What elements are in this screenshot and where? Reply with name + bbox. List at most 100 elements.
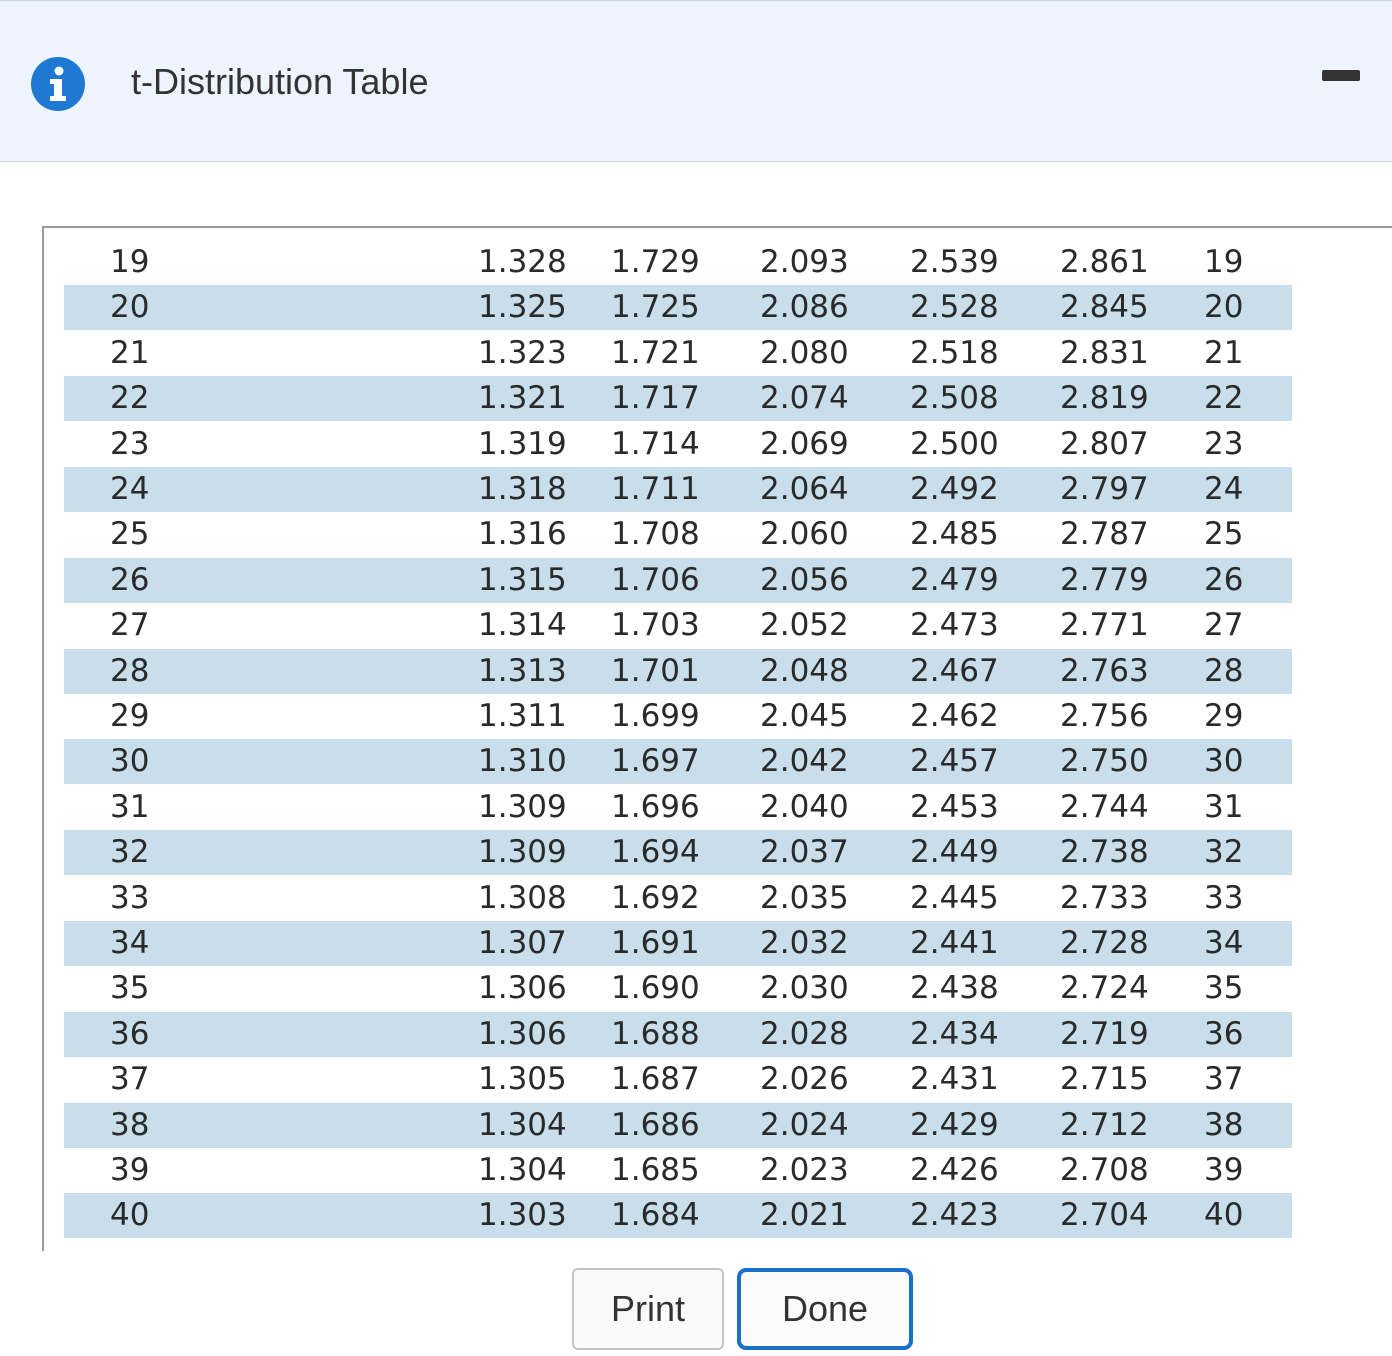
- df-cell: 22: [110, 380, 150, 417]
- df-cell-right: 22: [1204, 380, 1244, 417]
- critical-value-cell: 2.069: [760, 425, 849, 462]
- df-cell: 30: [110, 743, 150, 780]
- critical-value-cell: 2.861: [1060, 244, 1149, 280]
- critical-value-cell: 2.738: [1060, 834, 1149, 871]
- critical-value-cell: 2.429: [910, 1106, 999, 1143]
- df-cell: 28: [110, 652, 150, 689]
- critical-value-cell: 2.733: [1060, 879, 1149, 916]
- critical-value-cell: 2.518: [910, 334, 999, 371]
- df-cell-right: 33: [1204, 879, 1244, 916]
- critical-value-cell: 1.303: [478, 1197, 567, 1234]
- critical-value-cell: 2.797: [1060, 471, 1149, 507]
- table-row: 33 1.308 1.692 2.035 2.445 2.733 33: [64, 876, 1292, 921]
- df-cell-right: 29: [1204, 698, 1244, 734]
- df-cell: 23: [110, 425, 150, 462]
- critical-value-cell: 2.473: [910, 607, 999, 644]
- df-cell: 26: [110, 561, 150, 598]
- df-cell-right: 27: [1204, 607, 1244, 644]
- critical-value-cell: 2.807: [1060, 425, 1149, 462]
- critical-value-cell: 1.721: [611, 334, 700, 371]
- critical-value-cell: 1.717: [611, 380, 700, 417]
- critical-value-cell: 1.697: [611, 743, 700, 780]
- critical-value-cell: 2.445: [910, 879, 999, 916]
- critical-value-cell: 1.309: [478, 834, 567, 871]
- table-row: 29 1.311 1.699 2.045 2.462 2.756 29: [64, 694, 1292, 739]
- critical-value-cell: 1.306: [478, 970, 567, 1007]
- df-cell: 32: [110, 834, 150, 871]
- critical-value-cell: 2.042: [760, 743, 849, 780]
- critical-value-cell: 2.831: [1060, 334, 1149, 371]
- critical-value-cell: 2.539: [910, 244, 999, 280]
- critical-value-cell: 2.035: [760, 879, 849, 916]
- critical-value-cell: 2.048: [760, 652, 849, 689]
- critical-value-cell: 2.037: [760, 834, 849, 871]
- critical-value-cell: 2.457: [910, 743, 999, 780]
- print-button[interactable]: Print: [572, 1268, 724, 1350]
- critical-value-cell: 1.305: [478, 1061, 567, 1098]
- minimize-button[interactable]: [1312, 61, 1372, 91]
- table-row: 25 1.316 1.708 2.060 2.485 2.787 25: [64, 512, 1292, 557]
- df-cell-right: 38: [1204, 1106, 1244, 1143]
- critical-value-cell: 1.687: [611, 1061, 700, 1098]
- critical-value-cell: 2.028: [760, 1015, 849, 1052]
- critical-value-cell: 1.311: [478, 698, 567, 734]
- critical-value-cell: 2.715: [1060, 1061, 1149, 1098]
- df-cell: 20: [110, 289, 150, 326]
- critical-value-cell: 1.703: [611, 607, 700, 644]
- critical-value-cell: 2.441: [910, 925, 999, 961]
- critical-value-cell: 1.306: [478, 1015, 567, 1052]
- critical-value-cell: 2.052: [760, 607, 849, 644]
- critical-value-cell: 1.729: [611, 244, 700, 280]
- critical-value-cell: 2.744: [1060, 788, 1149, 825]
- critical-value-cell: 2.434: [910, 1015, 999, 1052]
- critical-value-cell: 2.712: [1060, 1106, 1149, 1143]
- critical-value-cell: 1.725: [611, 289, 700, 326]
- df-cell-right: 21: [1204, 334, 1244, 371]
- df-cell-right: 24: [1204, 471, 1244, 507]
- critical-value-cell: 2.724: [1060, 970, 1149, 1007]
- critical-value-cell: 1.711: [611, 471, 700, 507]
- critical-value-cell: 1.692: [611, 879, 700, 916]
- df-cell: 29: [110, 698, 150, 734]
- critical-value-cell: 2.045: [760, 698, 849, 734]
- critical-value-cell: 2.021: [760, 1197, 849, 1234]
- dialog-title: t-Distribution Table: [131, 61, 429, 102]
- critical-value-cell: 1.316: [478, 516, 567, 553]
- critical-value-cell: 2.462: [910, 698, 999, 734]
- critical-value-cell: 1.308: [478, 879, 567, 916]
- t-table-scroll-area[interactable]: 19 1.328 1.729 2.093 2.539 2.861 19 20 1.325 1.72…: [42, 226, 1392, 1251]
- df-cell: 36: [110, 1015, 150, 1052]
- critical-value-cell: 1.318: [478, 471, 567, 507]
- critical-value-cell: 1.321: [478, 380, 567, 417]
- critical-value-cell: 1.694: [611, 834, 700, 871]
- critical-value-cell: 1.304: [478, 1106, 567, 1143]
- critical-value-cell: 2.819: [1060, 380, 1149, 417]
- critical-value-cell: 2.086: [760, 289, 849, 326]
- df-cell-right: 35: [1204, 970, 1244, 1007]
- df-cell-right: 34: [1204, 925, 1244, 961]
- df-cell-right: 23: [1204, 425, 1244, 462]
- critical-value-cell: 1.714: [611, 425, 700, 462]
- critical-value-cell: 2.787: [1060, 516, 1149, 553]
- critical-value-cell: 2.423: [910, 1197, 999, 1234]
- critical-value-cell: 1.309: [478, 788, 567, 825]
- df-cell: 27: [110, 607, 150, 644]
- critical-value-cell: 1.696: [611, 788, 700, 825]
- df-cell-right: 39: [1204, 1152, 1244, 1188]
- df-cell: 31: [110, 788, 150, 825]
- critical-value-cell: 2.080: [760, 334, 849, 371]
- table-row: 39 1.304 1.685 2.023 2.426 2.708 39: [64, 1148, 1292, 1193]
- minimize-icon: [1322, 70, 1360, 81]
- critical-value-cell: 2.030: [760, 970, 849, 1007]
- critical-value-cell: 2.056: [760, 561, 849, 598]
- critical-value-cell: 1.686: [611, 1106, 700, 1143]
- table-row: 36 1.306 1.688 2.028 2.434 2.719 36: [64, 1011, 1292, 1057]
- table-row: 31 1.309 1.696 2.040 2.453 2.744 31: [64, 785, 1292, 830]
- df-cell-right: 40: [1204, 1197, 1244, 1234]
- df-cell-right: 32: [1204, 834, 1244, 871]
- done-button[interactable]: Done: [737, 1268, 913, 1350]
- table-row: 28 1.313 1.701 2.048 2.467 2.763 28: [64, 648, 1292, 694]
- critical-value-cell: 2.845: [1060, 289, 1149, 326]
- critical-value-cell: 2.449: [910, 834, 999, 871]
- table-row: 26 1.315 1.706 2.056 2.479 2.779 26: [64, 557, 1292, 603]
